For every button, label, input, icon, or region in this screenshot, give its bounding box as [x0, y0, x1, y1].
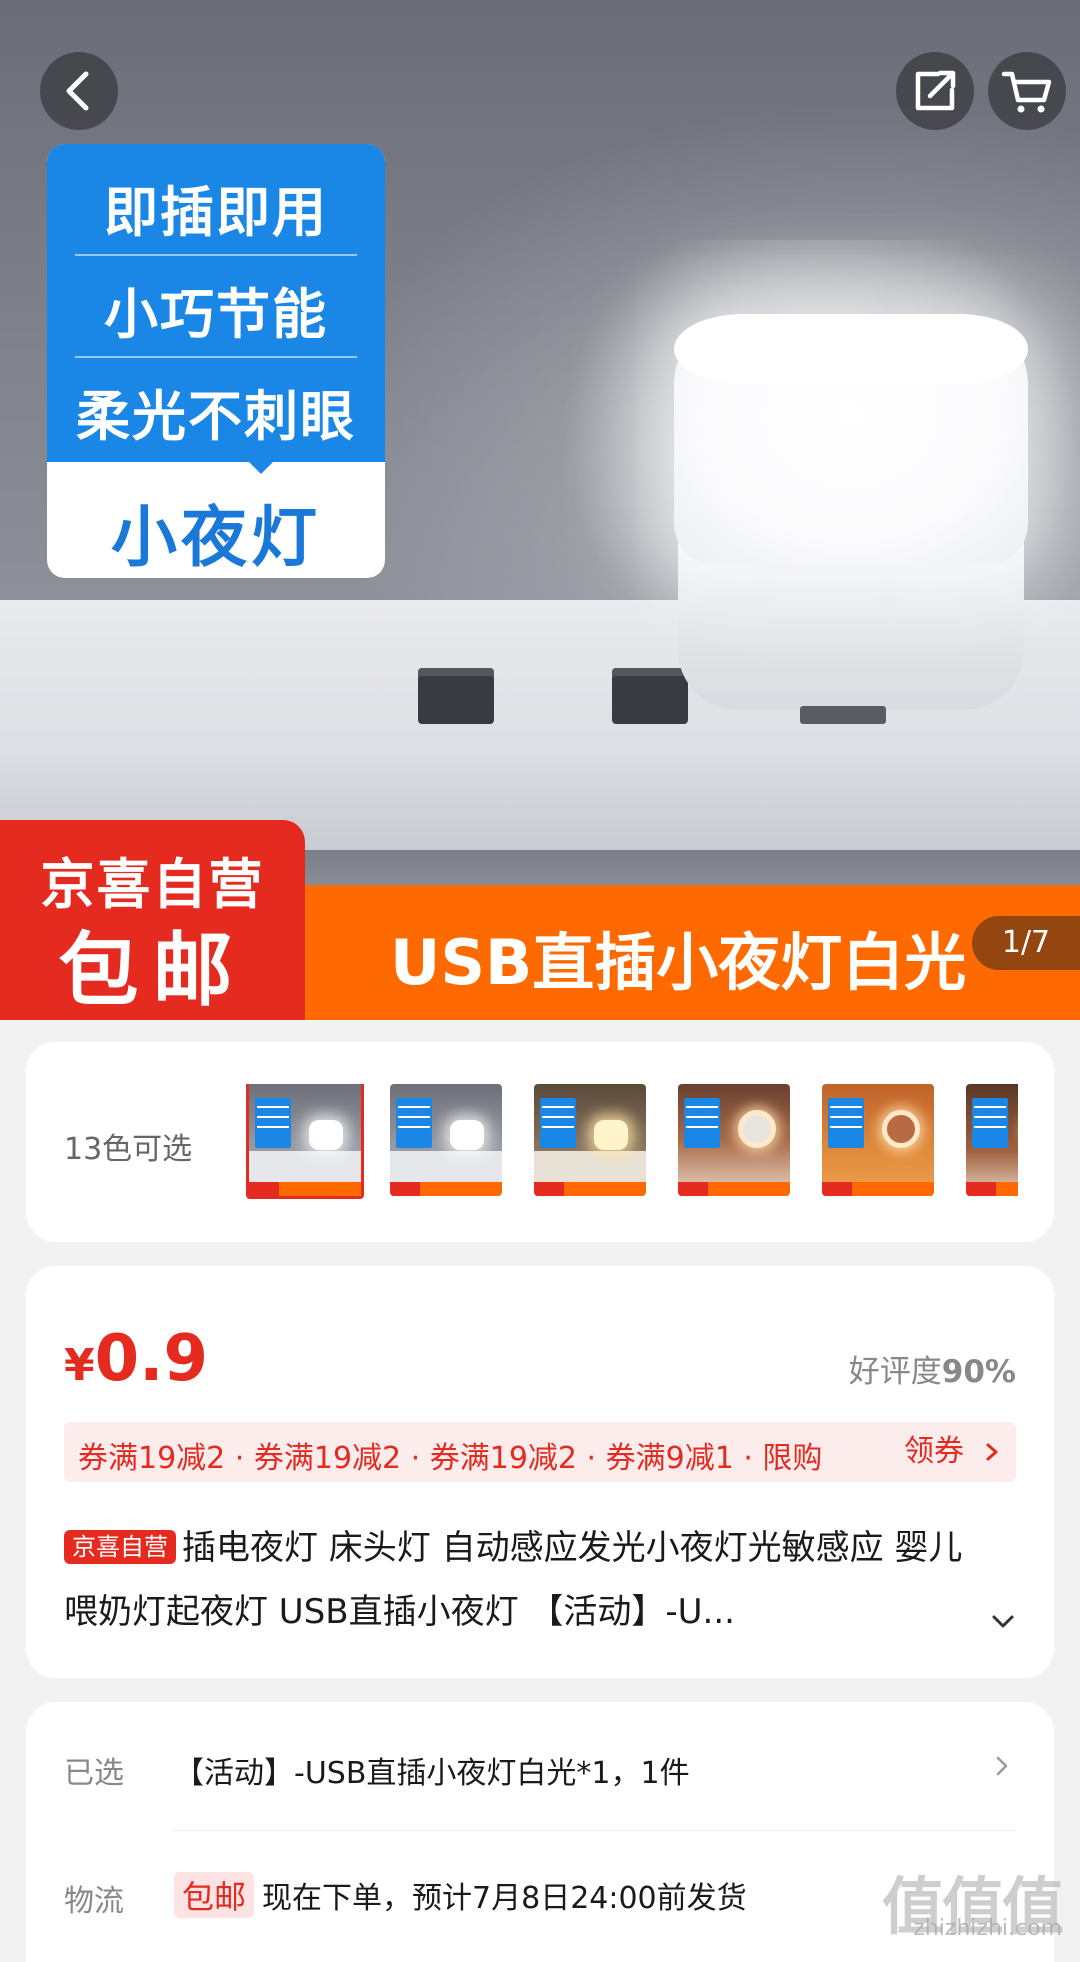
image-page-counter: 1/7 — [972, 916, 1080, 970]
swatch-callout — [255, 1098, 291, 1148]
swatch-bulb — [594, 1120, 628, 1150]
swatch-callout — [828, 1098, 864, 1148]
lamp-bulb — [674, 314, 1028, 564]
color-swatch[interactable] — [678, 1084, 790, 1196]
swatch-banner — [966, 1182, 1018, 1196]
swatch-callout — [972, 1098, 1008, 1148]
chevron-left-icon — [66, 71, 89, 111]
product-title-text: 插电夜灯 床头灯 自动感应发光小夜灯光敏感应 婴儿喂奶灯起夜灯 USB直插小夜灯… — [64, 1528, 963, 1632]
chevron-down-icon[interactable] — [988, 1606, 1018, 1636]
chevron-right-icon — [996, 1756, 1008, 1776]
color-swatch[interactable] — [822, 1084, 934, 1196]
callout-line-2: 小巧节能 — [104, 283, 328, 346]
currency-symbol: ¥ — [64, 1340, 95, 1391]
cart-button[interactable] — [988, 52, 1066, 130]
coupon-bar[interactable]: 券满19减2 · 券满19减2 · 券满19减2 · 券满9减1 · 限购 领券 — [64, 1422, 1016, 1482]
swatch-bulb — [738, 1110, 776, 1148]
free-shipping-label: 包邮 — [58, 924, 247, 1017]
shipping-label: 物流 — [64, 1884, 124, 1919]
banner-title: USB直插小夜灯白光 — [390, 926, 967, 999]
swatch-bulb — [450, 1120, 484, 1150]
callout-product-name: 小夜灯 — [111, 499, 321, 576]
product-title: 京喜自营 插电夜灯 床头灯 自动感应发光小夜灯光敏感应 婴儿喂奶灯起夜灯 USB直… — [64, 1516, 964, 1644]
share-button[interactable] — [896, 52, 974, 130]
share-icon — [915, 70, 956, 111]
cart-icon — [1001, 71, 1052, 113]
callout-divider — [75, 356, 357, 358]
product-price: ¥0.9 — [64, 1322, 208, 1396]
color-swatch-list[interactable] — [218, 1084, 1018, 1200]
selected-spec-value: 【活动】-USB直插小夜灯白光*1，1件 — [174, 1756, 690, 1791]
swatch-banner — [822, 1182, 934, 1196]
callout-line-1: 即插即用 — [104, 181, 328, 244]
rating-label: 好评度 — [848, 1354, 942, 1390]
color-swatch[interactable] — [966, 1084, 1018, 1196]
shipping-estimate: 现在下单，预计7月8日24:00前发货 — [262, 1881, 747, 1916]
shipping-info: 包邮 现在下单，预计7月8日24:00前发货 — [174, 1872, 747, 1918]
color-options-card: 13色可选 — [26, 1042, 1054, 1242]
selected-label: 已选 — [64, 1756, 124, 1791]
chevron-right-icon — [986, 1443, 998, 1461]
price-card: ¥0.9 好评度90% 券满19减2 · 券满19减2 · 券满19减2 · 券… — [26, 1266, 1054, 1678]
self-operated-tag: 京喜自营 — [64, 1530, 176, 1564]
get-coupon-label: 领券 — [904, 1434, 964, 1469]
free-shipping-badge: 包邮 — [174, 1872, 255, 1918]
color-swatch-selected[interactable] — [246, 1084, 364, 1199]
rating-value: 90% — [941, 1354, 1016, 1390]
swatch-callout — [540, 1098, 576, 1148]
price-amount: 0.9 — [94, 1322, 208, 1396]
swatch-bulb — [309, 1120, 343, 1150]
usb-port — [612, 668, 688, 724]
watermark-url: zhizhizhi.com — [913, 1916, 1062, 1941]
callout-line-3: 柔光不刺眼 — [76, 385, 356, 448]
swatch-banner — [534, 1182, 646, 1196]
coupon-list: 券满19减2 · 券满19减2 · 券满19减2 · 券满9减1 · 限购 — [78, 1441, 823, 1476]
swatch-bulb — [882, 1110, 920, 1148]
color-count-label: 13色可选 — [64, 1132, 193, 1167]
callout-pointer — [243, 456, 279, 474]
usb-port — [418, 668, 494, 724]
swatch-banner — [678, 1182, 790, 1196]
back-button[interactable] — [40, 52, 118, 130]
swatch-callout — [684, 1098, 720, 1148]
get-coupon-button[interactable]: 领券 — [886, 1422, 1016, 1482]
callout-divider — [75, 254, 357, 256]
row-divider — [174, 1830, 1016, 1831]
product-image-carousel[interactable]: 即插即用 小巧节能 柔光不刺眼 小夜灯 USB直插小夜灯白光 京喜自营 包邮 1… — [0, 0, 1080, 1020]
swatch-banner — [249, 1182, 361, 1196]
color-swatch[interactable] — [534, 1084, 646, 1196]
rating-summary[interactable]: 好评度90% — [849, 1346, 1016, 1391]
swatch-banner — [390, 1182, 502, 1196]
color-swatch[interactable] — [390, 1084, 502, 1196]
lamp-plug — [800, 706, 886, 724]
feature-callout: 即插即用 小巧节能 柔光不刺眼 小夜灯 — [47, 144, 385, 578]
swatch-callout — [396, 1098, 432, 1148]
